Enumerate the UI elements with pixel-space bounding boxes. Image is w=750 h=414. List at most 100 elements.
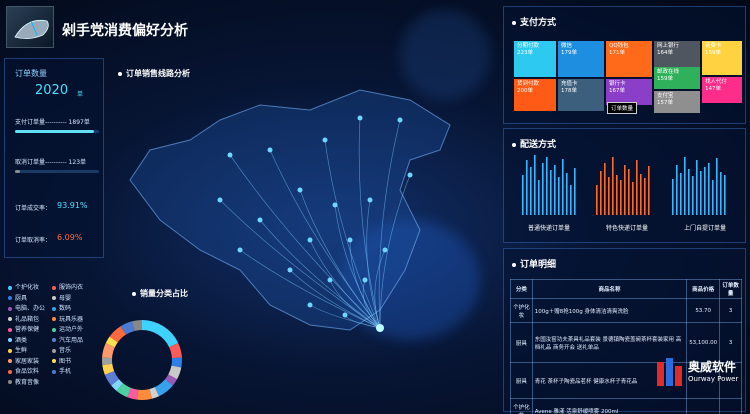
- city-point[interactable]: [327, 277, 333, 283]
- payment-tile-count: 178单: [561, 88, 577, 95]
- table-header-cell[interactable]: 商品价格: [686, 279, 721, 299]
- category-legend-item[interactable]: 音乐: [52, 345, 71, 354]
- city-point[interactable]: [217, 197, 223, 203]
- city-point[interactable]: [227, 152, 233, 158]
- table-header-cell[interactable]: 分类: [510, 279, 533, 299]
- table-row[interactable]: 厨具 东国汝窑功夫茶具礼品套装 景德镇陶瓷盖碗茶杯套装家用 高档礼品 商务开会 送…: [510, 322, 742, 363]
- shipping-bar: [596, 185, 598, 215]
- legend-swatch: [8, 369, 12, 374]
- shipping-bar: [672, 179, 674, 215]
- city-point[interactable]: [342, 312, 348, 318]
- shipping-bar: [558, 177, 560, 215]
- city-point[interactable]: [307, 302, 313, 308]
- city-point[interactable]: [307, 237, 313, 243]
- payment-panel: 支付方式 分期付款 223单 微信 179单 QQ钱包 171单 网上银行 164单 话费卡 15…: [503, 6, 746, 124]
- category-legend-item[interactable]: 母婴: [52, 293, 71, 302]
- payment-tile[interactable]: 微信 179单: [558, 41, 604, 77]
- legend-label: 礼品箱包: [15, 315, 40, 323]
- city-point[interactable]: [257, 217, 263, 223]
- legend-swatch: [52, 348, 56, 353]
- hub-point[interactable]: [376, 324, 384, 332]
- category-legend-item[interactable]: 家居家装: [8, 356, 39, 365]
- category-legend-item[interactable]: 厨具: [8, 293, 27, 302]
- order-count-panel: 订单数量 2020 单 支付订单量---------- 1897单 取消订单量-…: [4, 58, 104, 258]
- legend-swatch: [8, 317, 12, 321]
- category-legend-item[interactable]: 生鲜: [8, 345, 27, 354]
- city-point[interactable]: [382, 247, 388, 253]
- shipping-bar: [708, 163, 710, 215]
- category-legend-item[interactable]: 图书: [52, 356, 71, 365]
- category-chart-title: 销量分类占比: [132, 288, 188, 299]
- table-cell-cat: 个护化妆: [510, 298, 533, 323]
- legend-label: 教育音像: [15, 378, 40, 386]
- table-header-cell[interactable]: 订单数量: [719, 279, 742, 299]
- category-legend-item[interactable]: 礼品箱包: [8, 314, 39, 323]
- city-point[interactable]: [347, 237, 353, 243]
- legend-swatch: [8, 348, 12, 353]
- city-point[interactable]: [332, 202, 338, 208]
- payment-tile[interactable]: QQ钱包 171单: [606, 41, 652, 77]
- payment-tile-count: 171单: [609, 50, 625, 57]
- city-point[interactable]: [407, 172, 413, 178]
- city-point[interactable]: [267, 147, 273, 153]
- category-legend-item[interactable]: 电脑、办公: [8, 303, 45, 312]
- cancel-orders-bar-fill: [15, 170, 21, 173]
- legend-label: 家居家装: [15, 357, 40, 365]
- cancel-rate-value: 6.09%: [57, 233, 83, 242]
- payment-tile-count: 179单: [561, 50, 577, 57]
- city-point[interactable]: [237, 247, 243, 253]
- city-point[interactable]: [362, 277, 368, 283]
- category-legend-item[interactable]: 教育音像: [8, 377, 39, 386]
- city-point[interactable]: [367, 197, 373, 203]
- category-legend-item[interactable]: 玩具乐器: [52, 314, 83, 323]
- table-header-cell[interactable]: 商品名称: [531, 279, 688, 299]
- shipping-bar: [696, 160, 698, 215]
- category-legend-item[interactable]: 运动户外: [52, 324, 83, 333]
- donut-slice[interactable]: [136, 389, 152, 400]
- payment-tile-count: 164单: [657, 50, 673, 57]
- table-cell-cat: 厨具: [510, 362, 533, 399]
- payment-tile[interactable]: 话费卡 159单: [702, 41, 742, 75]
- city-point[interactable]: [357, 115, 363, 121]
- table-row[interactable]: 个护化妆Avene 雅漾 活泉舒缓喷雾 200ml: [510, 398, 742, 414]
- shipping-bar: [612, 157, 614, 215]
- donut-slice[interactable]: [142, 320, 179, 348]
- category-legend-item[interactable]: 服饰内衣: [52, 282, 83, 291]
- payment-tile[interactable]: 支付宝 157单: [654, 91, 700, 113]
- category-legend-item[interactable]: 酒类: [8, 335, 27, 344]
- payment-tile[interactable]: 分期付款 223单: [514, 41, 556, 77]
- payment-tile[interactable]: 货到付款 200单: [514, 79, 556, 111]
- app-logo: [6, 6, 54, 48]
- table-row[interactable]: 个护化妆 100g＋赠8抢100g 身体清洁清爽洗脸 53.70 3: [510, 298, 742, 323]
- shipping-bar: [566, 173, 568, 215]
- shipping-bars: [522, 155, 726, 215]
- shipping-bar: [640, 174, 642, 215]
- city-point[interactable]: [287, 267, 293, 273]
- legend-label: 手机: [59, 368, 72, 375]
- category-legend-item[interactable]: 个护化妆: [8, 282, 39, 291]
- payment-tile[interactable]: 充值卡 178单: [558, 79, 604, 111]
- shipping-bar: [562, 159, 564, 215]
- legend-swatch: [52, 338, 56, 342]
- category-legend-item[interactable]: 食品饮料: [8, 366, 39, 375]
- shipping-bar: [550, 170, 552, 215]
- category-legend-item[interactable]: 数码: [52, 303, 71, 312]
- shipping-bar: [526, 160, 528, 215]
- legend-swatch: [8, 296, 12, 300]
- category-legend-item[interactable]: 营养保健: [8, 324, 39, 333]
- success-rate-label: 订单成交率：: [15, 205, 52, 212]
- category-legend-item[interactable]: 汽车用品: [52, 335, 83, 344]
- legend-label: 数码: [59, 305, 72, 312]
- city-point[interactable]: [397, 117, 403, 123]
- category-legend-item[interactable]: 手机: [52, 366, 71, 375]
- payment-tile[interactable]: 邮政在线 159单: [654, 67, 700, 89]
- city-point[interactable]: [297, 187, 303, 193]
- shipping-label: 普通快递订单量: [527, 225, 570, 232]
- shipping-bar: [720, 172, 722, 215]
- payment-tile[interactable]: 找人代付 147单: [702, 77, 742, 103]
- donut-slice[interactable]: [102, 357, 113, 366]
- legend-swatch: [8, 327, 12, 332]
- legend-swatch: [8, 380, 12, 384]
- table-cell-name: Avene 雅漾 活泉舒缓喷雾 200ml: [531, 398, 688, 414]
- city-point[interactable]: [322, 137, 328, 143]
